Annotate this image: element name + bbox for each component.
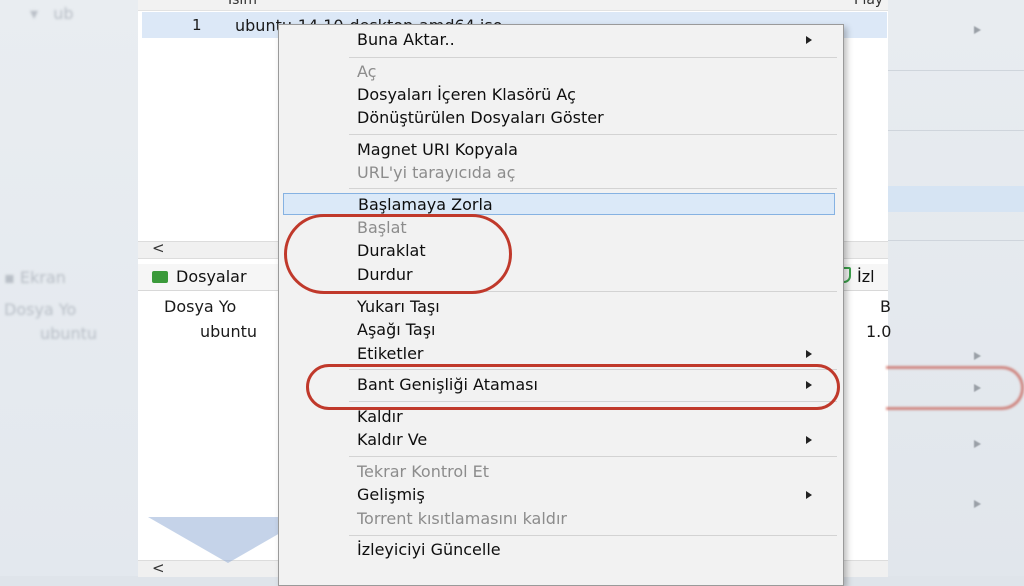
annotation-oval [306,364,840,410]
ghost-text: ▾ ub [30,4,74,23]
menu-item-remove-torrent-restriction[interactable]: Torrent kısıtlamasını kaldır [279,508,843,530]
column-header-size[interactable]: B [880,297,891,316]
scroll-left-icon[interactable]: < [152,559,165,577]
menu-item-show-converted-files[interactable]: Dönüştürülen Dosyaları Göster [279,107,843,129]
menu-item-label: Başlamaya Zorla [358,195,493,214]
annotation-oval [284,214,512,294]
menu-item-open-url[interactable]: URL'yi tarayıcıda aç [279,162,843,184]
menu-item-label: URL'yi tarayıcıda aç [357,163,516,182]
ghost-text: ▪ Ekran [4,268,66,287]
chevron-right-icon [974,500,981,508]
menu-separator [349,57,837,58]
submenu-arrow-icon [806,350,812,358]
annotation-oval [886,366,1024,410]
menu-item-recheck[interactable]: Tekrar Kontrol Et [279,461,843,483]
menu-item-force-start[interactable]: Başlamaya Zorla [283,193,835,215]
menu-item-move-to[interactable]: Buna Aktar.. [279,29,843,51]
menu-item-move-down[interactable]: Aşağı Taşı [279,319,843,341]
menu-item-label: Kaldır Ve [357,430,428,449]
torrent-row-number: 1 [192,16,202,34]
menu-item-advanced[interactable]: Gelişmiş [279,484,843,506]
menu-separator [349,188,837,189]
column-header-play[interactable]: Play [854,0,883,8]
context-menu: Buna Aktar.. Aç Dosyaları İçeren Klasörü… [278,24,844,586]
file-size: 1.0 [866,322,892,341]
submenu-arrow-icon [806,436,812,444]
menu-item-label: Torrent kısıtlamasını kaldır [357,509,567,528]
menu-item-move-up[interactable]: Yukarı Taşı [279,296,843,318]
menu-item-copy-magnet-uri[interactable]: Magnet URI Kopyala [279,139,843,161]
menu-item-label: Buna Aktar.. [357,30,455,49]
menu-item-label: Aşağı Taşı [357,320,436,339]
menu-item-label: Dosyaları İçeren Klasörü Aç [357,85,576,104]
scroll-left-icon[interactable]: < [152,239,165,257]
ghost-text: Dosya Yo [4,300,77,319]
background-left: ▾ ub ▪ Ekran Dosya Yo ubuntu [0,0,138,576]
menu-item-label: Aç [357,62,377,81]
column-header-name[interactable]: İsim [228,0,257,8]
background-right [888,0,1024,576]
torrent-list-header: İsim Play [138,0,888,11]
tab-files[interactable]: Dosyalar [152,267,247,286]
submenu-arrow-icon [806,36,812,44]
menu-item-label: Etiketler [357,344,424,363]
menu-item-label: Dönüştürülen Dosyaları Göster [357,108,604,127]
chevron-right-icon [974,26,981,34]
menu-item-remove-and[interactable]: Kaldır Ve [279,429,843,451]
menu-item-labels[interactable]: Etiketler [279,343,843,365]
column-header-path[interactable]: Dosya Yo [164,297,236,316]
chevron-right-icon [974,352,981,360]
menu-item-label: Yukarı Taşı [357,297,440,316]
menu-item-open[interactable]: Aç [279,61,843,83]
submenu-arrow-icon [806,491,812,499]
tab-peers-label: İzl [857,267,875,286]
menu-item-open-containing-folder[interactable]: Dosyaları İçeren Klasörü Aç [279,84,843,106]
menu-item-label: Tekrar Kontrol Et [357,462,490,481]
tab-files-label: Dosyalar [176,267,247,286]
menu-item-label: Gelişmiş [357,485,425,504]
menu-separator [349,134,837,135]
menu-item-label: Magnet URI Kopyala [357,140,518,159]
folder-icon [152,271,168,283]
menu-separator [349,535,837,536]
menu-separator [349,456,837,457]
ghost-text: ubuntu [40,324,97,343]
chevron-right-icon [974,440,981,448]
menu-item-label: İzleyiciyi Güncelle [357,540,501,559]
file-name: ubuntu [200,322,257,341]
menu-item-update-tracker[interactable]: İzleyiciyi Güncelle [279,539,843,561]
